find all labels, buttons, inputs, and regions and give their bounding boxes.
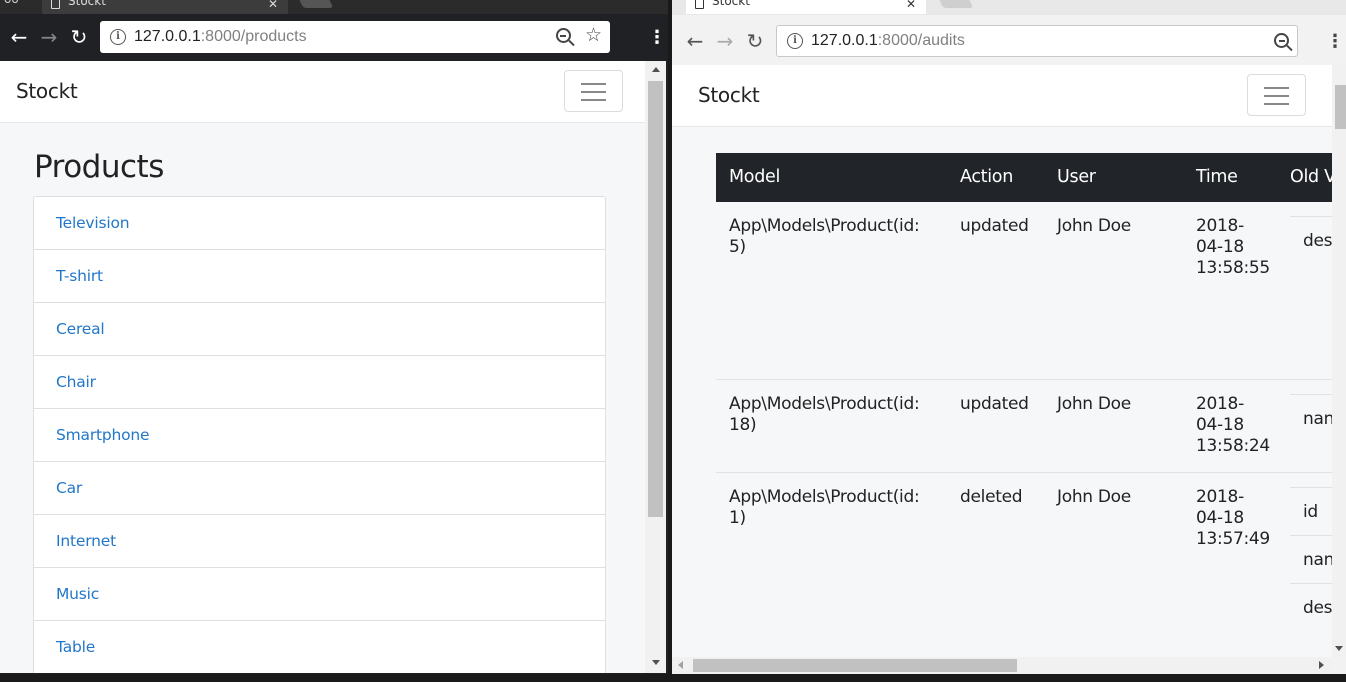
cell-action: updated <box>960 216 1029 236</box>
browser-toolbar: ← → ↻ i 127.0.0.1:8000/audits ⋮ <box>672 18 1346 64</box>
back-arrow-icon[interactable]: ← <box>4 22 34 52</box>
product-list: Television T-shirt Cereal Chair Smartpho… <box>33 196 606 673</box>
product-link[interactable]: Music <box>34 568 605 621</box>
cell-time: 2018- 04-18 13:57:49 <box>1196 487 1270 549</box>
header-user: User <box>1057 167 1096 187</box>
vertical-scrollbar[interactable] <box>1332 65 1346 657</box>
product-link[interactable]: Car <box>34 462 605 515</box>
cell-action: updated <box>960 394 1029 414</box>
info-icon[interactable]: i <box>110 29 126 45</box>
page-icon <box>51 0 60 9</box>
header-action: Action <box>960 167 1014 187</box>
cell-user: John Doe <box>1057 487 1131 507</box>
info-icon[interactable]: i <box>787 33 803 49</box>
cell-time: 2018- 04-18 13:58:24 <box>1196 394 1270 456</box>
forward-arrow-icon[interactable]: → <box>710 26 740 56</box>
forward-arrow-icon[interactable]: → <box>34 22 64 52</box>
page-title: Products <box>34 149 164 185</box>
zoom-icon[interactable] <box>1274 33 1289 48</box>
table-row: App\Models\Product(id: 5) updated John Do… <box>716 202 1334 380</box>
product-link[interactable]: Chair <box>34 356 605 409</box>
scroll-down-icon[interactable] <box>651 660 660 665</box>
tab-strip: oo Stockt ✕ <box>0 0 668 15</box>
horizontal-scrollbar[interactable] <box>672 657 1332 674</box>
product-link[interactable]: Table <box>34 621 605 673</box>
cell-model: App\Models\Product(id: 5) <box>729 216 920 257</box>
page-icon <box>695 0 704 9</box>
scrollbar-thumb[interactable] <box>648 81 663 517</box>
tab-stockt[interactable]: Stockt ✕ <box>686 0 926 14</box>
address-bar[interactable]: i 127.0.0.1:8000/audits <box>776 25 1298 57</box>
cell-model: App\Models\Product(id: 1) <box>729 487 920 528</box>
close-icon[interactable]: ✕ <box>906 0 916 13</box>
url-host: 127.0.0.1 <box>134 28 201 45</box>
reload-icon[interactable]: ↻ <box>740 26 770 56</box>
url-path: :8000/products <box>200 28 307 45</box>
product-link[interactable]: Internet <box>34 515 605 568</box>
audit-table-header: Model Action User Time Old V <box>716 153 1334 202</box>
menu-kebab-icon[interactable]: ⋮ <box>1326 31 1344 52</box>
back-arrow-icon[interactable]: ← <box>680 26 710 56</box>
old-value-key: nan <box>1290 535 1334 583</box>
site-navbar: Stockt <box>672 65 1334 127</box>
tab-title: Stockt <box>68 0 106 8</box>
window-bottom-edge <box>0 674 668 682</box>
header-model: Model <box>729 167 781 187</box>
product-link[interactable]: Smartphone <box>34 409 605 462</box>
tab-strip: Stockt ✕ <box>672 0 1346 15</box>
header-time: Time <box>1196 167 1238 187</box>
site-navbar: Stockt <box>0 61 645 123</box>
scroll-up-icon[interactable] <box>651 67 660 72</box>
table-row: App\Models\Product(id: 18) updated John D… <box>716 380 1334 473</box>
page-viewport: Stockt Model Action User Time Old V App\… <box>672 65 1334 657</box>
scroll-left-icon[interactable] <box>678 661 683 669</box>
vertical-scrollbar[interactable] <box>645 61 666 673</box>
scrollbar-thumb[interactable] <box>693 659 1017 672</box>
cell-user: John Doe <box>1057 216 1131 236</box>
hamburger-icon[interactable] <box>564 70 623 112</box>
hamburger-icon[interactable] <box>1247 74 1306 116</box>
scroll-down-icon[interactable] <box>1335 646 1343 651</box>
navbar-brand[interactable]: Stockt <box>698 83 760 107</box>
reload-icon[interactable]: ↻ <box>64 22 94 52</box>
star-icon[interactable]: ☆ <box>585 26 602 45</box>
old-value-key: des <box>1290 583 1334 631</box>
old-value-key: id <box>1290 487 1334 535</box>
url-host: 127.0.0.1 <box>811 32 878 49</box>
new-tab-button[interactable] <box>296 0 334 8</box>
cell-user: John Doe <box>1057 394 1131 414</box>
cell-time: 2018- 04-18 13:58:55 <box>1196 216 1270 278</box>
navbar-brand[interactable]: Stockt <box>16 79 78 103</box>
right-browser-window: Stockt ✕ ← → ↻ i 127.0.0.1:8000/audits ⋮… <box>672 0 1346 682</box>
address-bar[interactable]: i 127.0.0.1:8000/products ☆ <box>100 21 610 53</box>
left-browser-window: oo Stockt ✕ ← → ↻ i 127.0.0.1:8000/produ… <box>0 0 668 682</box>
new-tab-button[interactable] <box>936 0 974 8</box>
tab-fragment[interactable]: oo <box>4 0 19 6</box>
old-value-key: nan <box>1290 394 1334 436</box>
cell-action: deleted <box>960 487 1023 507</box>
cell-model: App\Models\Product(id: 18) <box>729 394 920 435</box>
old-value-key: des <box>1290 216 1334 258</box>
header-old-values: Old V <box>1290 167 1334 187</box>
page-viewport: Stockt Products Television T-shirt Cerea… <box>0 61 645 673</box>
product-link[interactable]: T-shirt <box>34 250 605 303</box>
zoom-icon[interactable] <box>555 28 571 43</box>
scroll-right-icon[interactable] <box>1319 661 1324 669</box>
close-icon[interactable]: ✕ <box>268 0 278 13</box>
product-link[interactable]: Television <box>34 197 605 250</box>
tab-title: Stockt <box>712 0 750 8</box>
url-path: :8000/audits <box>877 32 965 49</box>
menu-kebab-icon[interactable]: ⋮ <box>648 27 666 48</box>
tab-stockt[interactable]: Stockt ✕ <box>42 0 288 14</box>
window-bottom-edge <box>672 674 1346 682</box>
scrollbar-thumb[interactable] <box>1335 85 1346 129</box>
table-row: App\Models\Product(id: 1) deleted John Do… <box>716 473 1334 657</box>
product-link[interactable]: Cereal <box>34 303 605 356</box>
browser-toolbar: ← → ↻ i 127.0.0.1:8000/products ☆ ⋮ <box>0 14 668 60</box>
